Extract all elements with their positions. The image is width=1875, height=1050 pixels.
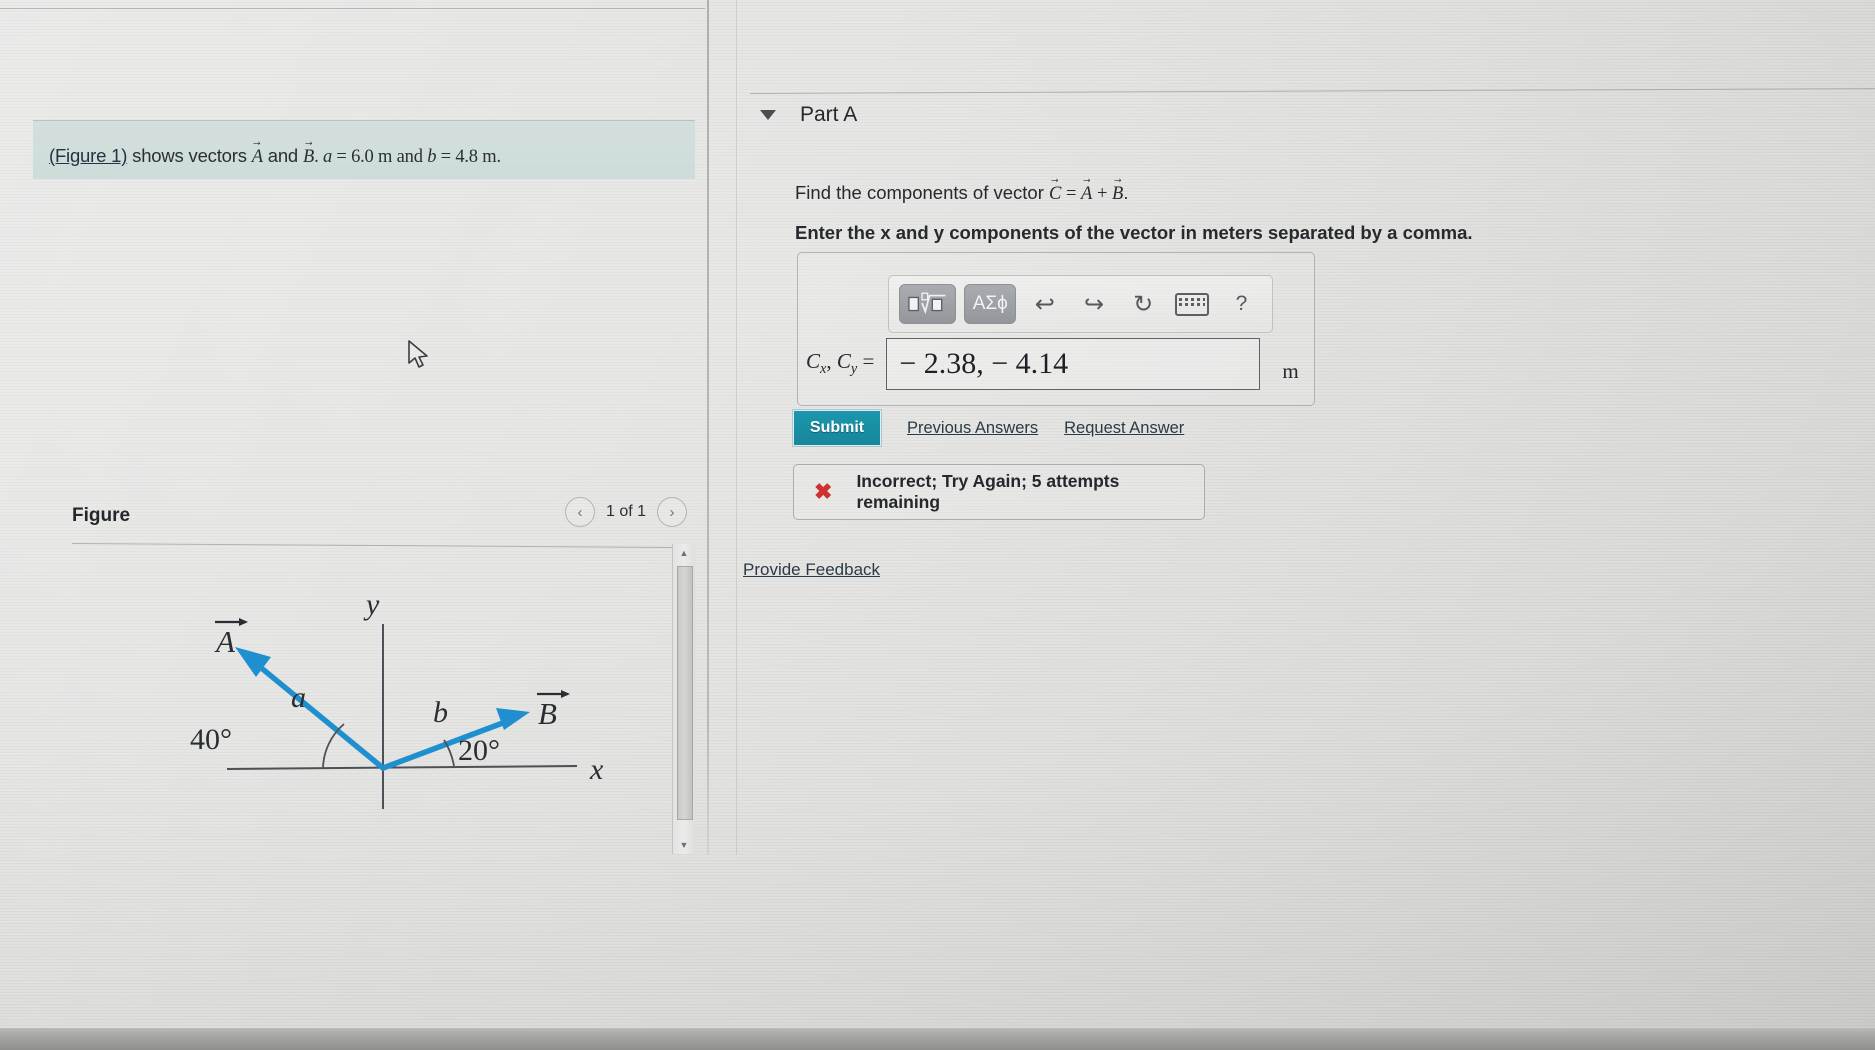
- angle-a-label: 40°: [190, 723, 232, 756]
- greek-symbols-button[interactable]: ΑΣϕ: [964, 284, 1017, 324]
- submit-row: Submit Previous Answers Request Answer: [793, 410, 1184, 446]
- part-a-header[interactable]: Part A: [760, 103, 857, 127]
- figure-image-area: y x A B a b 40° 20°: [72, 544, 688, 854]
- problem-statement: (Figure 1) shows vectors A and B. a = 6.…: [49, 145, 501, 168]
- reset-icon[interactable]: ↻: [1123, 284, 1164, 324]
- provide-feedback-link[interactable]: Provide Feedback: [743, 560, 880, 580]
- figure-panel-title: Figure: [72, 505, 131, 526]
- magnitude-b-label: b: [433, 696, 448, 729]
- figure-next-button[interactable]: ›: [657, 497, 688, 527]
- scrollbar-down-arrow[interactable]: ▼: [673, 836, 695, 854]
- redo-icon[interactable]: ↪: [1073, 284, 1114, 324]
- submit-button[interactable]: Submit: [793, 410, 881, 446]
- vector-a-symbol: A: [252, 147, 263, 168]
- vector-c-symbol: C: [1049, 184, 1061, 205]
- question-text: Find the components of vector C = A + B.: [795, 182, 1128, 205]
- scrollbar-up-arrow[interactable]: ▲: [673, 544, 695, 562]
- top-divider: [0, 8, 705, 9]
- problem-text-before: shows vectors: [127, 145, 252, 166]
- pane-divider: [707, 0, 709, 855]
- collapse-caret-icon[interactable]: [760, 110, 776, 120]
- angle-b-label: 20°: [458, 734, 500, 767]
- figure-pager: ‹ 1 of 1 ›: [565, 497, 688, 527]
- answer-label: Cx, Cy =: [806, 349, 875, 378]
- vector-b-symbol: B: [303, 147, 314, 168]
- template-radical-button[interactable]: [899, 284, 957, 324]
- math-toolbar: ΑΣϕ ↩ ↪ ↻ ?: [888, 275, 1273, 333]
- monitor-bottom-edge: [0, 1028, 1875, 1050]
- vector-b-arrow: [380, 708, 530, 771]
- problem-givens: . a = 6.0 m and b = 4.8 m.: [314, 147, 501, 167]
- figure-prev-button[interactable]: ‹: [565, 497, 595, 527]
- x-axis-label: x: [589, 753, 604, 786]
- feedback-box: ✖ Incorrect; Try Again; 5 attempts remai…: [793, 464, 1205, 520]
- figure-scrollbar[interactable]: ▲ ▼: [672, 544, 695, 854]
- answer-unit: m: [1282, 358, 1299, 383]
- instruction-text: Enter the x and y components of the vect…: [795, 222, 1473, 243]
- answer-row: Cx, Cy = − 2.38, − 4.14 m: [806, 338, 1299, 390]
- question-prefix: Find the components of vector: [795, 182, 1049, 203]
- vector-diagram: y x A B a b 40° 20°: [190, 588, 604, 809]
- feedback-message: Incorrect; Try Again; 5 attempts remaini…: [856, 471, 1120, 512]
- svg-text:A: A: [214, 624, 236, 659]
- svg-text:B: B: [538, 696, 557, 731]
- vector-b-symbol-q: B: [1112, 184, 1123, 205]
- figure-1-link[interactable]: (Figure 1): [49, 145, 127, 166]
- figure-page-indicator: 1 of 1: [606, 503, 647, 520]
- incorrect-x-icon: ✖: [814, 479, 833, 504]
- question-period: .: [1123, 182, 1129, 203]
- magnitude-a-label: a: [291, 681, 306, 714]
- previous-answers-link[interactable]: Previous Answers: [907, 419, 1038, 438]
- vector-b-label: B: [537, 690, 570, 731]
- part-a-title: Part A: [800, 103, 858, 126]
- vector-a-symbol-q: A: [1081, 184, 1092, 205]
- help-icon[interactable]: ?: [1221, 284, 1262, 324]
- question-equation: =: [1061, 184, 1082, 204]
- problem-text-and: and: [262, 145, 303, 166]
- undo-icon[interactable]: ↩: [1024, 284, 1065, 324]
- vector-a-arrow: [235, 647, 386, 771]
- keyboard-icon[interactable]: [1172, 284, 1213, 324]
- scrollbar-thumb[interactable]: [677, 566, 693, 820]
- y-axis-label: y: [363, 588, 380, 621]
- pane-divider-secondary: [736, 0, 737, 855]
- radical-template-icon: [908, 292, 946, 315]
- request-answer-link[interactable]: Request Answer: [1064, 419, 1184, 438]
- plus-sign: +: [1092, 184, 1113, 204]
- answer-input[interactable]: − 2.38, − 4.14: [886, 338, 1261, 390]
